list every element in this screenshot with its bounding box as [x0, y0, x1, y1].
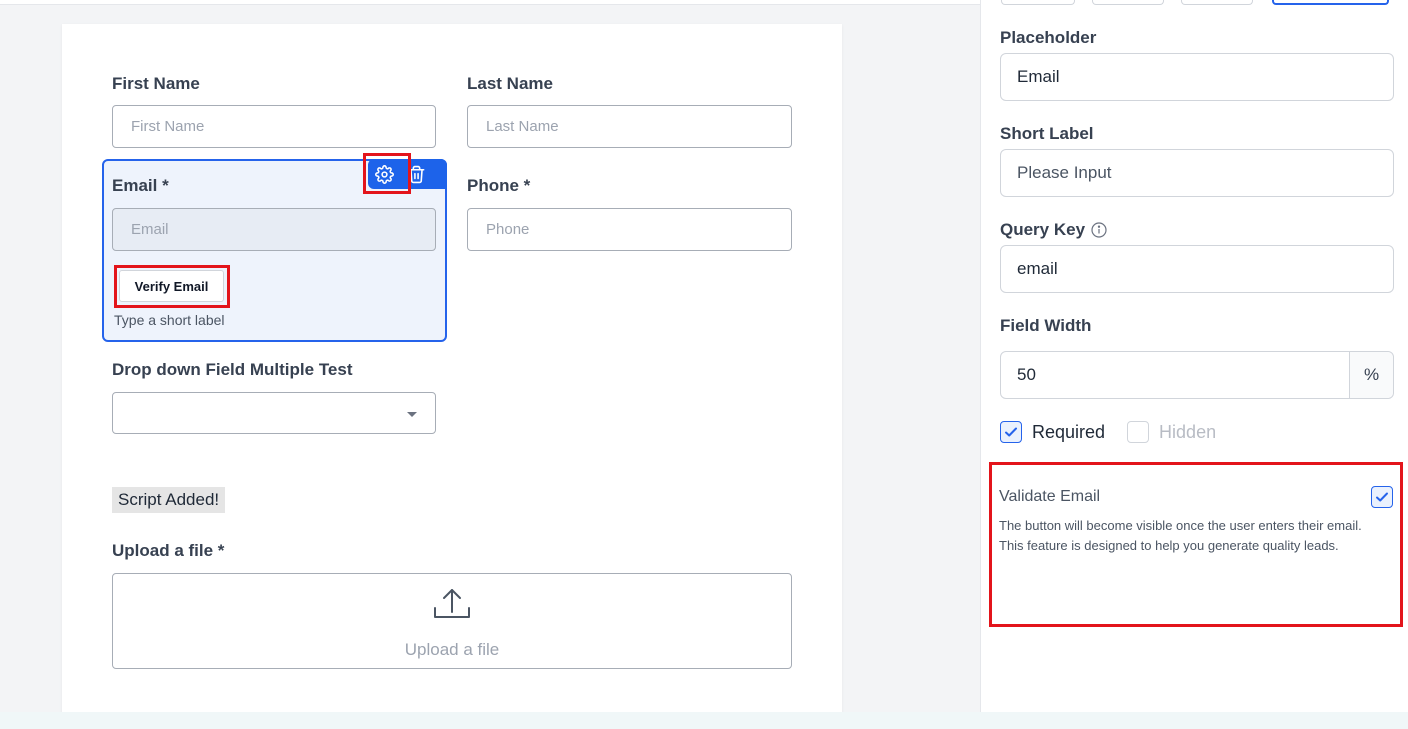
- first-name-label: First Name: [112, 74, 200, 93]
- short-label-label: Short Label: [1000, 124, 1094, 144]
- hidden-label: Hidden: [1159, 421, 1217, 442]
- panel-tab-3[interactable]: [1181, 0, 1253, 5]
- short-label-label-text: Short Label: [1000, 124, 1094, 143]
- field-width-unit: %: [1350, 352, 1393, 398]
- field-width-label-text: Field Width: [1000, 316, 1092, 335]
- panel-tab-2[interactable]: [1092, 0, 1164, 5]
- email-label: Email *: [112, 176, 169, 195]
- upload-icon: [434, 589, 470, 618]
- placeholder-label-text: Placeholder: [1000, 28, 1097, 47]
- upload-dropzone[interactable]: Upload a file: [112, 573, 792, 669]
- field-width-group: 50 %: [1000, 351, 1394, 399]
- last-name-input[interactable]: Last Name: [467, 105, 792, 148]
- phone-input[interactable]: Phone: [467, 208, 792, 251]
- phone-label: Phone *: [467, 176, 531, 195]
- query-key-input[interactable]: email: [1000, 245, 1394, 293]
- field-width-label: Field Width: [1000, 316, 1091, 336]
- email-short-label: Type a short label: [114, 312, 225, 328]
- placeholder-input[interactable]: Email: [1000, 53, 1394, 101]
- panel-tabs: [981, 0, 1408, 6]
- panel-tab-4[interactable]: [1272, 0, 1389, 5]
- check-icon: [1005, 427, 1017, 437]
- field-width-input[interactable]: 50: [1001, 352, 1350, 398]
- script-added-badge: Script Added!: [112, 487, 226, 513]
- hidden-checkbox[interactable]: [1127, 421, 1150, 443]
- panel-tab-1[interactable]: [1001, 0, 1075, 5]
- query-key-label-text: Query Key: [1000, 220, 1086, 239]
- verify-highlight: [114, 265, 230, 308]
- field-options: Required Hidden: [1000, 421, 1216, 443]
- placeholder-label: Placeholder: [1000, 28, 1096, 48]
- last-name-label: Last Name: [467, 74, 553, 93]
- dropdown-select[interactable]: [112, 392, 436, 434]
- caret-down-icon: [407, 412, 417, 417]
- required-label: Required: [1032, 421, 1106, 442]
- validate-email-highlight: [989, 462, 1403, 627]
- bottom-bar: [0, 712, 1408, 729]
- first-name-input[interactable]: First Name: [112, 105, 436, 148]
- query-key-label: Query Key: [1000, 220, 1107, 240]
- short-label-input[interactable]: Please Input: [1000, 149, 1394, 197]
- upload-text: Upload a file: [404, 640, 500, 659]
- upload-label: Upload a file *: [112, 541, 225, 560]
- dropdown-label: Drop down Field Multiple Test: [112, 360, 353, 379]
- info-icon[interactable]: [1091, 222, 1107, 238]
- email-input[interactable]: Email: [112, 208, 436, 251]
- settings-highlight: [363, 153, 411, 194]
- required-checkbox[interactable]: [1000, 421, 1022, 443]
